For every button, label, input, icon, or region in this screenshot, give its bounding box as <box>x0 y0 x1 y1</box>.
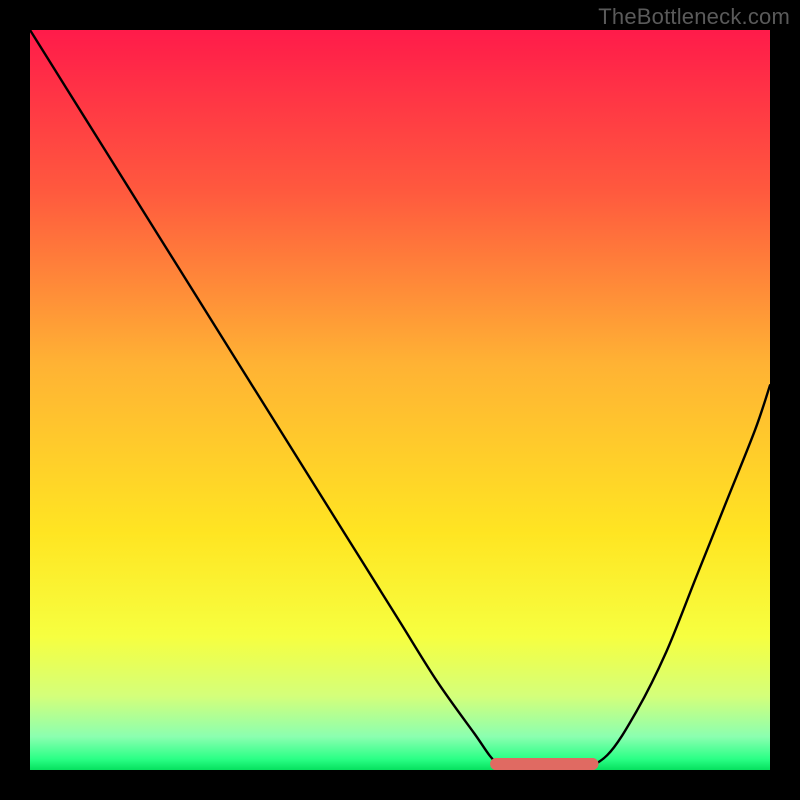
flat-segment-marker <box>30 30 770 770</box>
chart-frame: TheBottleneck.com <box>0 0 800 800</box>
plot-area <box>30 30 770 770</box>
watermark-text: TheBottleneck.com <box>598 4 790 30</box>
